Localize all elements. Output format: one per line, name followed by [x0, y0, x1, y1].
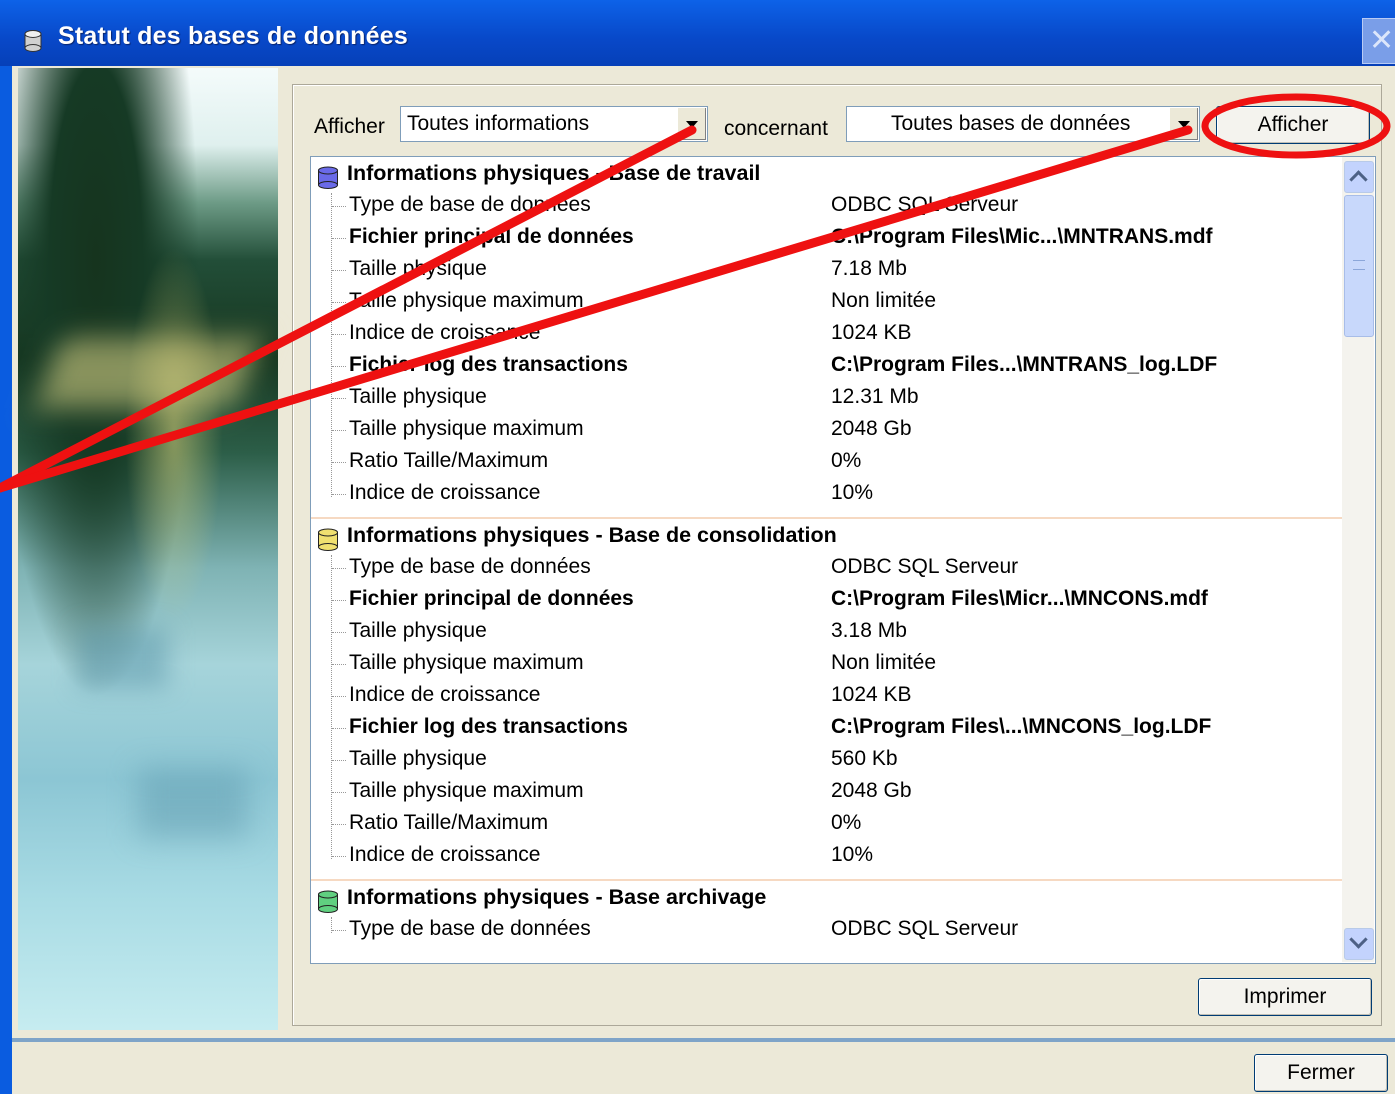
list-item[interactable]: Taille physique 560 Kb — [332, 747, 1349, 779]
property-label: Fichier principal de données — [349, 587, 634, 610]
property-value: 3.18 Mb — [831, 619, 907, 642]
property-value: ODBC SQL Serveur — [831, 193, 1019, 216]
concernant-label: concernant — [724, 117, 828, 140]
property-value: Non limitée — [831, 651, 937, 674]
property-value: ODBC SQL Serveur — [831, 917, 1019, 940]
close-button[interactable]: ✕ — [1362, 18, 1395, 64]
property-label: Type de base de données — [349, 193, 591, 216]
property-label: Indice de croissance — [349, 481, 541, 504]
property-label: Fichier principal de données — [349, 225, 634, 248]
property-label: Type de base de données — [349, 555, 591, 578]
list-item[interactable]: Taille physique maximum 2048 Gb — [332, 779, 1349, 811]
property-label: Taille physique maximum — [349, 651, 584, 674]
property-value: 0% — [831, 449, 862, 472]
property-label: Fichier log des transactions — [349, 715, 628, 738]
list-item[interactable]: Type de base de données ODBC SQL Serveur — [332, 917, 1349, 949]
list-item[interactable]: Taille physique maximum Non limitée — [332, 289, 1349, 321]
property-value: ODBC SQL Serveur — [831, 555, 1019, 578]
property-value: 560 Kb — [831, 747, 898, 770]
section-title: Informations physiques - Base de travail — [347, 161, 761, 185]
property-value: C:\Program Files\...\MNCONS_log.LDF — [831, 715, 1212, 738]
chevron-down-icon[interactable] — [1169, 108, 1198, 140]
database-select-value: Toutes bases de données — [891, 112, 1131, 135]
property-label: Ratio Taille/Maximum — [349, 811, 549, 834]
property-label: Indice de croissance — [349, 683, 541, 706]
scroll-up-button[interactable] — [1344, 161, 1374, 193]
list-item[interactable]: Taille physique maximum 2048 Gb — [332, 417, 1349, 449]
property-value: 1024 KB — [831, 683, 912, 706]
list-item[interactable]: Indice de croissance 10% — [332, 843, 1349, 875]
section-title: Informations physiques - Base de consoli… — [347, 523, 837, 547]
property-value: 12.31 Mb — [831, 385, 919, 408]
property-label: Taille physique maximum — [349, 289, 584, 312]
database-icon — [318, 890, 338, 913]
property-label: Taille physique — [349, 747, 487, 770]
database-icon — [24, 30, 42, 52]
list-item[interactable]: Taille physique 7.18 Mb — [332, 257, 1349, 289]
list-item[interactable]: Indice de croissance 10% — [332, 481, 1349, 513]
section-title: Informations physiques - Base archivage — [347, 885, 767, 909]
property-value: 10% — [831, 843, 874, 866]
scroll-thumb[interactable] — [1344, 195, 1374, 337]
property-value: 2048 Gb — [831, 417, 912, 440]
database-icon — [318, 166, 338, 189]
bottom-divider — [12, 1038, 1395, 1042]
property-label: Taille physique — [349, 385, 487, 408]
afficher-label: Afficher — [314, 115, 385, 138]
property-label: Taille physique maximum — [349, 779, 584, 802]
fermer-button[interactable]: Fermer — [1254, 1054, 1388, 1092]
list-item[interactable]: Fichier principal de données C:\Program F… — [332, 225, 1349, 257]
list-item[interactable]: Fichier log des transactions C:\Program F… — [332, 353, 1349, 385]
property-label: Taille physique maximum — [349, 417, 584, 440]
list-item[interactable]: Fichier log des transactions C:\Program F… — [332, 715, 1349, 747]
list-item[interactable]: Indice de croissance 1024 KB — [332, 321, 1349, 353]
property-value: C:\Program Files...\MNTRANS_log.LDF — [831, 353, 1218, 376]
database-select[interactable]: Toutes bases de données — [846, 106, 1200, 142]
list-item[interactable]: Indice de croissance 1024 KB — [332, 683, 1349, 715]
afficher-button[interactable]: Afficher — [1216, 106, 1370, 144]
section-divider — [311, 517, 1343, 519]
imprimer-button[interactable]: Imprimer — [1198, 978, 1372, 1016]
list-item[interactable]: Type de base de données ODBC SQL Serveur — [332, 193, 1349, 225]
property-label: Taille physique — [349, 619, 487, 642]
property-value: 0% — [831, 811, 862, 834]
info-tree-list[interactable]: Informations physiques - Base de travail… — [310, 156, 1376, 964]
property-label: Ratio Taille/Maximum — [349, 449, 549, 472]
list-item[interactable]: Taille physique maximum Non limitée — [332, 651, 1349, 683]
list-item[interactable]: Ratio Taille/Maximum 0% — [332, 811, 1349, 843]
info-type-select[interactable]: Toutes informations — [400, 106, 708, 142]
vertical-scrollbar[interactable] — [1342, 157, 1374, 962]
property-label: Taille physique — [349, 257, 487, 280]
property-value: 10% — [831, 481, 874, 504]
property-value: 7.18 Mb — [831, 257, 907, 280]
property-value: 1024 KB — [831, 321, 912, 344]
property-label: Indice de croissance — [349, 321, 541, 344]
close-icon: ✕ — [1369, 23, 1395, 58]
property-value: C:\Program Files\Mic...\MNTRANS.mdf — [831, 225, 1213, 248]
property-label: Fichier log des transactions — [349, 353, 628, 376]
property-value: C:\Program Files\Micr...\MNCONS.mdf — [831, 587, 1208, 610]
scroll-down-button[interactable] — [1344, 928, 1374, 960]
window-title: Statut des bases de données — [58, 22, 408, 50]
title-bar: Statut des bases de données ✕ — [0, 0, 1395, 66]
list-item[interactable]: Fichier principal de données C:\Program F… — [332, 587, 1349, 619]
info-type-select-value: Toutes informations — [407, 112, 590, 135]
list-item[interactable]: Taille physique 12.31 Mb — [332, 385, 1349, 417]
decorative-side-image — [18, 68, 278, 1030]
chevron-down-icon[interactable] — [677, 108, 706, 140]
property-label: Indice de croissance — [349, 843, 541, 866]
property-value: 2048 Gb — [831, 779, 912, 802]
database-icon — [318, 528, 338, 551]
property-label: Type de base de données — [349, 917, 591, 940]
section-divider — [311, 879, 1343, 881]
list-item[interactable]: Taille physique 3.18 Mb — [332, 619, 1349, 651]
list-item[interactable]: Type de base de données ODBC SQL Serveur — [332, 555, 1349, 587]
list-item[interactable]: Ratio Taille/Maximum 0% — [332, 449, 1349, 481]
property-value: Non limitée — [831, 289, 937, 312]
